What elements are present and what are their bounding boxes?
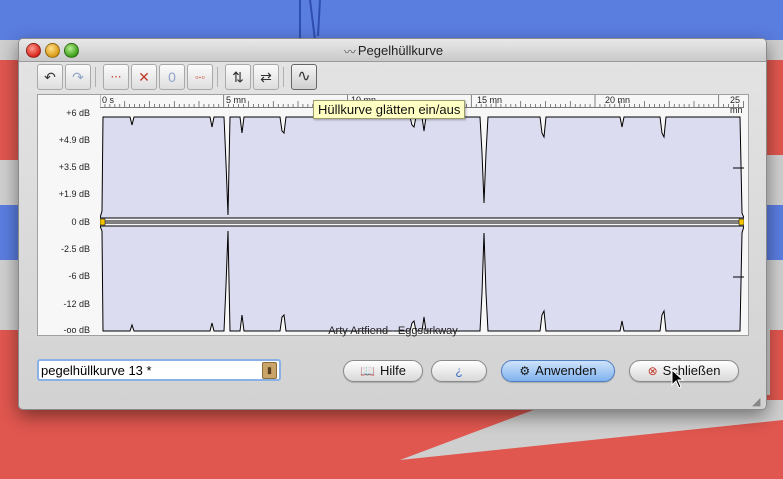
y-axis-label: -6 dB [68, 271, 90, 281]
flip-vertical-button[interactable]: ⇅ [225, 64, 251, 90]
info-icon: ¿ [455, 364, 463, 378]
undo-button[interactable]: ↶ [37, 64, 63, 90]
zero-icon: 0 [168, 69, 176, 85]
redo-icon: ↷ [72, 69, 84, 85]
toolbar-divider [283, 67, 284, 87]
envelope-plot[interactable] [100, 113, 744, 335]
gear-icon: ⚙ [519, 364, 531, 378]
window-title: 〰 Pegelhüllkurve [19, 43, 766, 60]
window-title-text: Pegelhüllkurve [357, 43, 444, 58]
envelope-graph[interactable]: 0 s 5 mn 10 mn 15 mn 20 mn 25 mn +6 dB +… [37, 94, 749, 337]
preset-menu-icon[interactable]: ▮ [262, 362, 277, 379]
ruler-label: 25 mn [730, 95, 743, 115]
delete-point-button[interactable]: ✕ [131, 64, 157, 90]
flip-horizontal-button[interactable]: ⇄ [253, 64, 279, 90]
preset-field[interactable]: ▮ [37, 359, 281, 381]
ruler-label: 20 mn [605, 95, 631, 105]
y-axis-label: 0 dB [71, 217, 90, 227]
link-icon: ▫-▫ [195, 72, 205, 82]
help-button-label: Hilfe [379, 363, 406, 378]
envelope-dialog: 〰 Pegelhüllkurve ↶ ↷ ⋯ ✕ 0 ▫-▫ ⇅ ⇄ ∿ 0 s … [18, 38, 767, 410]
undo-icon: ↶ [44, 69, 56, 85]
help-button[interactable]: 📖 Hilfe [343, 360, 423, 382]
delete-point-icon: ✕ [138, 69, 150, 85]
flip-vertical-icon: ⇅ [232, 69, 244, 85]
link-points-button[interactable]: ▫-▫ [187, 64, 213, 90]
smooth-curve-button[interactable]: ∿ [291, 64, 317, 90]
y-axis-label: +3.5 dB [58, 162, 90, 172]
y-axis-label: -2.5 dB [60, 244, 90, 254]
envelope-curve-bottom[interactable] [100, 225, 744, 332]
resize-grip-icon[interactable]: ◢ [752, 395, 764, 408]
ruler-label: 0 s [102, 95, 115, 105]
title-bar[interactable]: 〰 Pegelhüllkurve [19, 39, 766, 62]
track-label: Arty Artfiend - Eggsurkway [328, 325, 458, 337]
tooltip: Hüllkurve glätten ein/aus [313, 100, 466, 119]
apply-button[interactable]: ⚙ Anwenden [501, 360, 615, 382]
y-axis-label: -12 dB [63, 299, 90, 309]
ruler-label: 15 mn [477, 95, 503, 105]
add-point-button[interactable]: ⋯ [103, 64, 129, 90]
toolbar-divider [217, 67, 218, 87]
toolbar: ↶ ↷ ⋯ ✕ 0 ▫-▫ ⇅ ⇄ ∿ [37, 64, 747, 92]
redo-button[interactable]: ↷ [65, 64, 91, 90]
envelope-icon: 〰 [343, 45, 356, 60]
envelope-curve-top[interactable] [100, 116, 744, 219]
book-icon: 📖 [360, 364, 375, 378]
mouse-cursor-icon [671, 369, 685, 389]
preset-input[interactable] [41, 362, 251, 378]
close-icon: ⊗ [647, 364, 658, 378]
smooth-curve-icon: ∿ [297, 68, 311, 85]
zero-button[interactable]: 0 [159, 64, 185, 90]
y-axis-label: +6 dB [66, 108, 90, 118]
ruler-label: 5 mn [226, 95, 247, 105]
envelope-handle-left[interactable] [100, 218, 106, 226]
y-axis-label: +1.9 dB [58, 189, 90, 199]
y-axis-label: +4.9 dB [58, 135, 90, 145]
add-point-icon: ⋯ [110, 71, 122, 83]
flip-horizontal-icon: ⇄ [260, 69, 272, 85]
toolbar-divider [95, 67, 96, 87]
info-button[interactable]: ¿ [431, 360, 487, 382]
envelope-handle-right[interactable] [738, 218, 744, 226]
apply-button-label: Anwenden [535, 363, 597, 378]
